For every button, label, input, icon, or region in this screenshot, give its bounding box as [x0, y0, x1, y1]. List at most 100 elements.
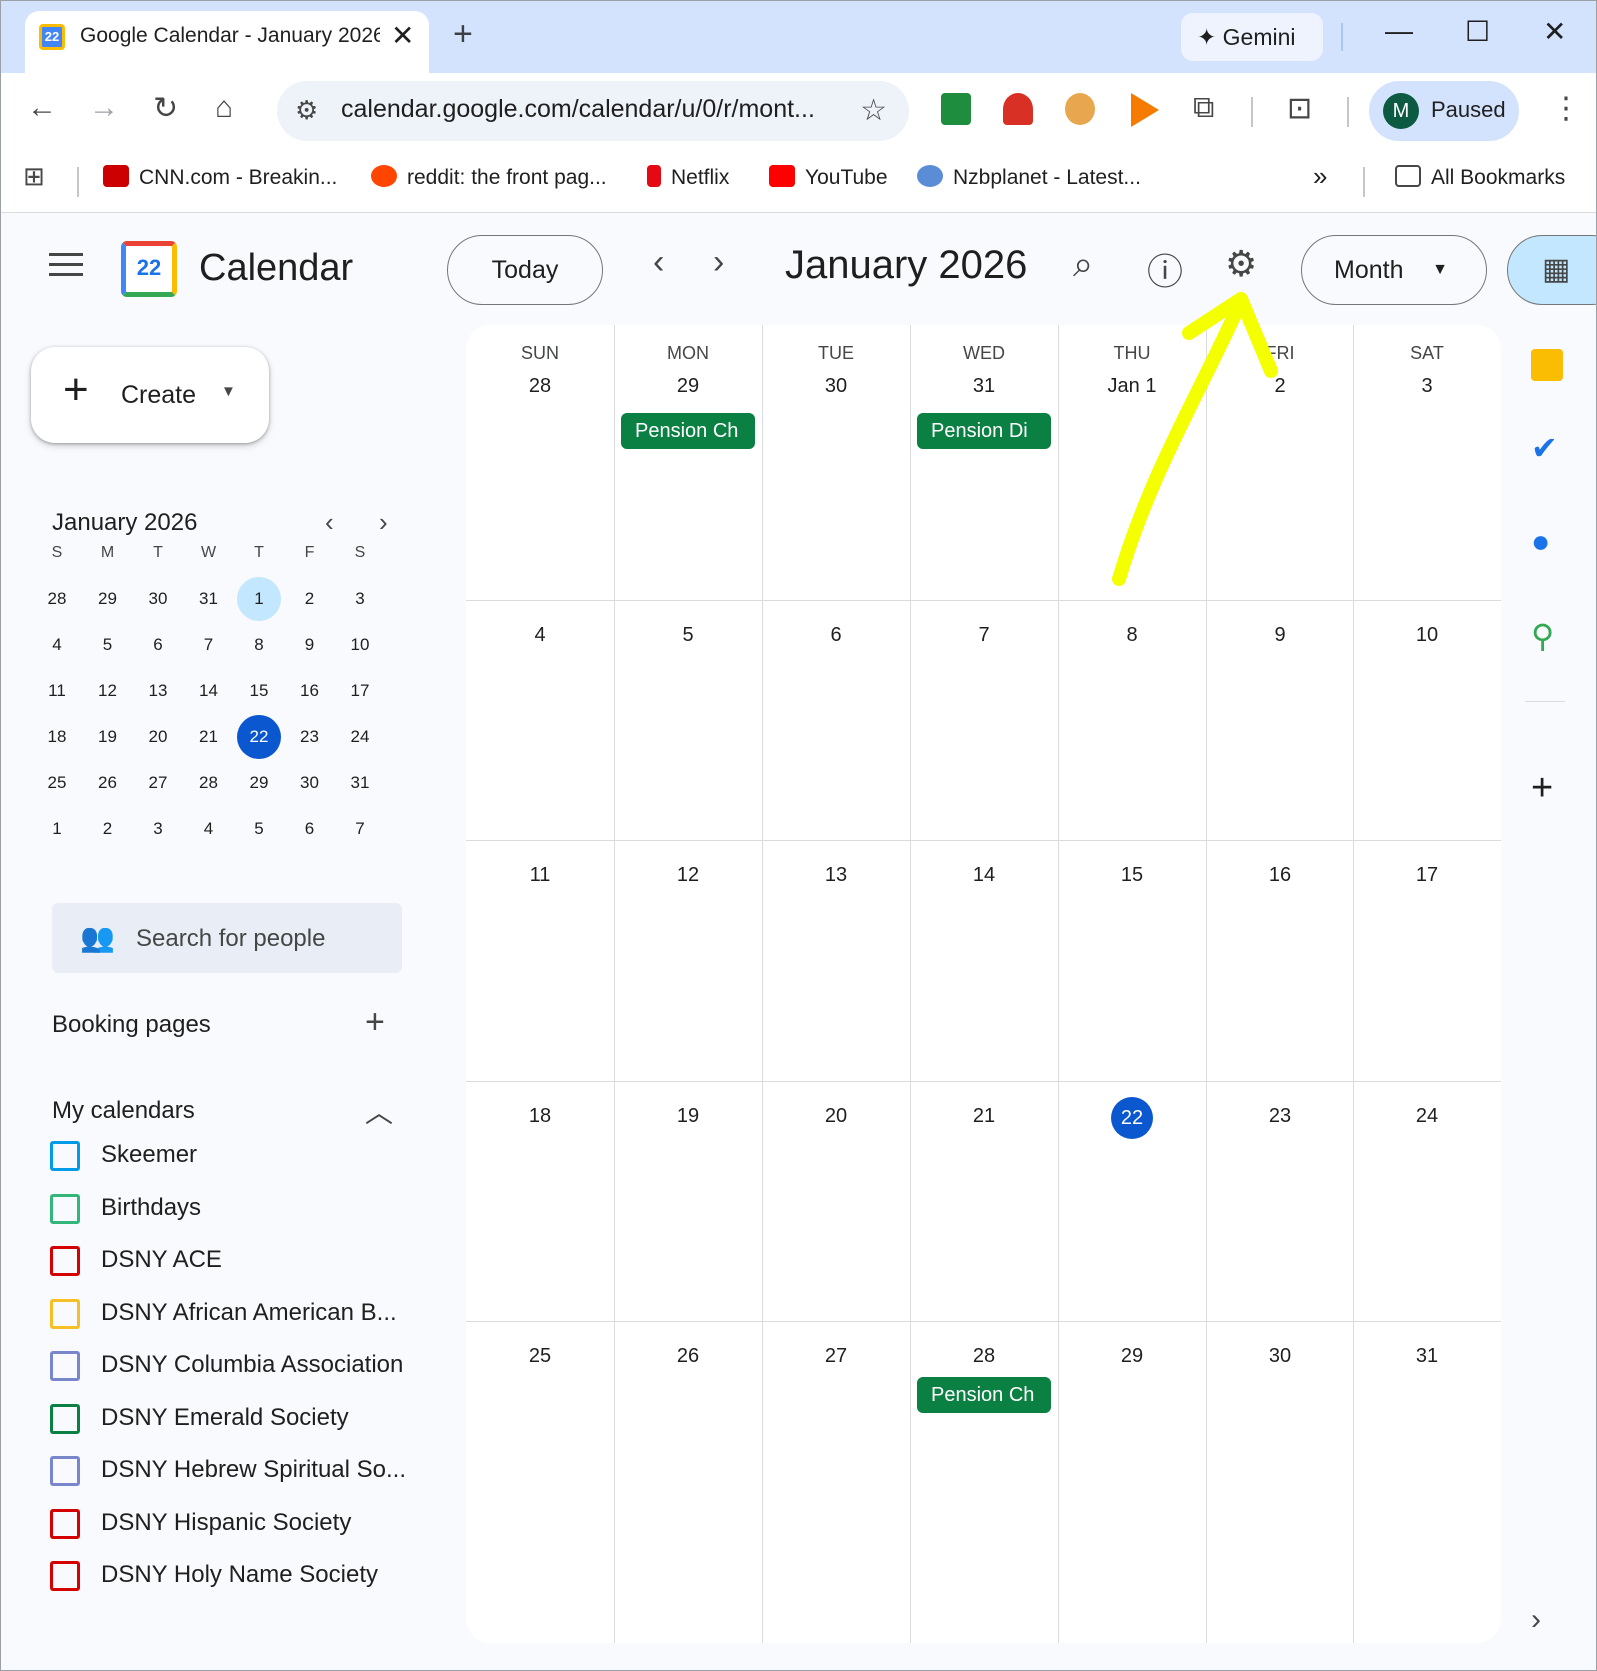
- more-bookmarks-icon[interactable]: »: [1313, 161, 1327, 192]
- extensions-puzzle-icon[interactable]: ⧉: [1193, 91, 1214, 125]
- play-extension-icon[interactable]: [1131, 93, 1159, 127]
- date-number[interactable]: 5: [614, 624, 762, 647]
- today-button[interactable]: Today: [447, 235, 603, 305]
- previous-month-icon[interactable]: ‹: [653, 243, 664, 282]
- address-bar[interactable]: ⚙ calendar.google.com/calendar/u/0/r/mon…: [277, 81, 909, 141]
- search-people-input[interactable]: 👥 Search for people: [52, 903, 402, 973]
- date-number[interactable]: 27: [762, 1345, 910, 1368]
- mini-day[interactable]: 12: [86, 669, 130, 713]
- event-chip[interactable]: Pension Ch: [621, 413, 755, 449]
- checkbox[interactable]: [50, 1193, 80, 1224]
- mini-day[interactable]: 29: [86, 577, 130, 621]
- view-switcher-button[interactable]: Month ▼: [1301, 235, 1487, 305]
- date-number[interactable]: 29: [614, 375, 762, 398]
- mini-day[interactable]: 4: [187, 807, 231, 851]
- mini-day[interactable]: 6: [136, 623, 180, 667]
- checkbox[interactable]: [50, 1298, 80, 1329]
- add-addon-icon[interactable]: +: [1531, 767, 1553, 810]
- cookie-extension-icon[interactable]: [1065, 93, 1095, 125]
- date-number[interactable]: 14: [910, 864, 1058, 887]
- mini-day[interactable]: 11: [35, 669, 79, 713]
- search-icon[interactable]: ⌕: [1073, 243, 1093, 286]
- mini-day[interactable]: 30: [288, 761, 332, 805]
- date-number[interactable]: 30: [762, 375, 910, 398]
- mini-day[interactable]: 16: [288, 669, 332, 713]
- date-number[interactable]: 3: [1353, 375, 1501, 398]
- mini-day[interactable]: 22: [237, 715, 281, 759]
- minimize-icon[interactable]: —: [1385, 15, 1413, 47]
- checkbox[interactable]: [50, 1246, 80, 1276]
- gemini-button[interactable]: ✦ Gemini: [1181, 13, 1323, 61]
- date-number[interactable]: 9: [1206, 624, 1354, 647]
- date-number[interactable]: 24: [1353, 1105, 1501, 1128]
- thumbs-down-extension-icon[interactable]: [1003, 93, 1033, 125]
- bookmark-star-icon[interactable]: ☆: [860, 93, 887, 128]
- date-number[interactable]: 18: [466, 1105, 614, 1128]
- mini-day[interactable]: 5: [86, 623, 130, 667]
- mini-day[interactable]: 18: [35, 715, 79, 759]
- main-menu-icon[interactable]: [49, 253, 83, 283]
- today-date-number[interactable]: 22: [1111, 1097, 1153, 1139]
- mini-day[interactable]: 24: [338, 715, 382, 759]
- mini-day[interactable]: 6: [288, 807, 332, 851]
- date-number[interactable]: 6: [762, 624, 910, 647]
- date-number[interactable]: 17: [1353, 864, 1501, 887]
- mini-day[interactable]: 5: [237, 807, 281, 851]
- site-settings-icon[interactable]: ⚙: [295, 95, 318, 126]
- mini-day[interactable]: 3: [338, 577, 382, 621]
- create-button[interactable]: + Create ▼: [31, 347, 269, 443]
- mini-day[interactable]: 9: [288, 623, 332, 667]
- mini-prev-month-icon[interactable]: ‹: [325, 507, 334, 538]
- date-number[interactable]: 29: [1058, 1345, 1206, 1368]
- profile-button[interactable]: M Paused: [1369, 81, 1519, 141]
- mini-day[interactable]: 26: [86, 761, 130, 805]
- mini-day[interactable]: 29: [237, 761, 281, 805]
- date-number[interactable]: 2: [1206, 375, 1354, 398]
- next-month-icon[interactable]: ›: [713, 243, 724, 282]
- mini-day[interactable]: 21: [187, 715, 231, 759]
- tab-google-calendar[interactable]: 22 Google Calendar - January 2026 ✕: [25, 11, 429, 73]
- bookmark-reddit[interactable]: reddit: the front pag...: [371, 165, 607, 190]
- mini-next-month-icon[interactable]: ›: [379, 507, 388, 538]
- mini-day[interactable]: 8: [237, 623, 281, 667]
- mini-day[interactable]: 1: [237, 577, 281, 621]
- date-number[interactable]: 4: [466, 624, 614, 647]
- mini-day[interactable]: 27: [136, 761, 180, 805]
- mini-day[interactable]: 7: [338, 807, 382, 851]
- maps-icon[interactable]: ⚲: [1531, 617, 1554, 655]
- my-calendars-heading[interactable]: My calendars: [52, 1097, 195, 1125]
- checkbox[interactable]: [50, 1561, 80, 1591]
- mini-day[interactable]: 31: [187, 577, 231, 621]
- url-text[interactable]: calendar.google.com/calendar/u/0/r/mont.…: [341, 95, 831, 124]
- bookmark-cnn[interactable]: CNN.com - Breakin...: [103, 165, 337, 190]
- home-icon[interactable]: ⌂: [215, 91, 233, 125]
- mini-day[interactable]: 3: [136, 807, 180, 851]
- event-chip[interactable]: Pension Ch: [917, 1377, 1051, 1413]
- mini-day[interactable]: 20: [136, 715, 180, 759]
- bookmark-netflix[interactable]: Netflix: [647, 165, 729, 190]
- forward-arrow-icon[interactable]: →: [89, 91, 119, 125]
- add-booking-page-icon[interactable]: +: [365, 1003, 385, 1042]
- mini-day[interactable]: 2: [86, 807, 130, 851]
- window-close-icon[interactable]: ✕: [1543, 15, 1566, 48]
- event-chip[interactable]: Pension Di: [917, 413, 1051, 449]
- date-number[interactable]: 15: [1058, 864, 1206, 887]
- expand-panel-icon[interactable]: ›: [1531, 1603, 1541, 1637]
- date-number[interactable]: 21: [910, 1105, 1058, 1128]
- tasks-icon[interactable]: ✔: [1531, 429, 1558, 467]
- mini-day[interactable]: 1: [35, 807, 79, 851]
- chevron-up-icon[interactable]: ︿: [365, 1091, 393, 1131]
- date-number[interactable]: 30: [1206, 1345, 1354, 1368]
- date-number[interactable]: Jan 1: [1058, 375, 1206, 398]
- close-icon[interactable]: ✕: [391, 19, 414, 52]
- mini-day[interactable]: 15: [237, 669, 281, 713]
- checkbox[interactable]: [50, 1403, 80, 1434]
- date-number[interactable]: 31: [910, 375, 1058, 398]
- checkbox[interactable]: [50, 1141, 80, 1171]
- date-number[interactable]: 26: [614, 1345, 762, 1368]
- mini-day[interactable]: 10: [338, 623, 382, 667]
- back-arrow-icon[interactable]: ←: [27, 91, 57, 125]
- mini-day[interactable]: 25: [35, 761, 79, 805]
- mini-day[interactable]: 7: [187, 623, 231, 667]
- mini-day[interactable]: 30: [136, 577, 180, 621]
